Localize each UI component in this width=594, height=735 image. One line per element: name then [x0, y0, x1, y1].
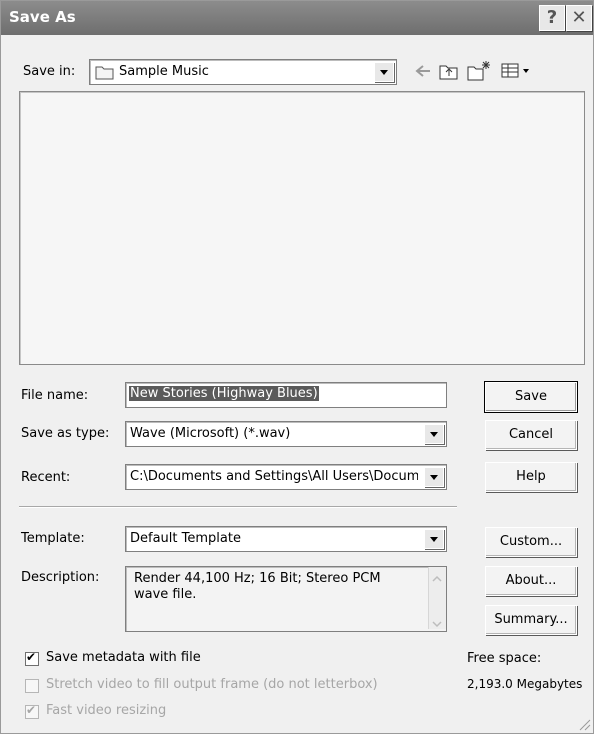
- scroll-up-icon[interactable]: [432, 571, 442, 586]
- save-as-dialog: Save As ? ✕ Save in: Sample Music File n…: [0, 0, 594, 734]
- save-metadata-checkbox[interactable]: ✔: [25, 650, 39, 666]
- save-in-dropdown[interactable]: Sample Music: [89, 59, 397, 85]
- save-as-type-dropdown[interactable]: Wave (Microsoft) (*.wav): [125, 421, 447, 447]
- free-space-value: 2,193.0 Megabytes: [467, 677, 583, 691]
- stretch-video-checkbox[interactable]: [25, 679, 39, 693]
- title-bar: Save As ? ✕: [1, 1, 593, 35]
- up-one-level-icon[interactable]: [439, 62, 459, 84]
- description-scrollbar[interactable]: [428, 567, 446, 629]
- free-space-label: Free space:: [467, 651, 542, 666]
- separator: [19, 506, 457, 508]
- file-list[interactable]: [19, 91, 585, 365]
- fast-resizing-checkbox[interactable]: ✔: [25, 703, 39, 719]
- file-name-input[interactable]: New Stories (Highway Blues): [125, 382, 447, 408]
- save-in-dropdown-arrow[interactable]: [374, 62, 394, 82]
- description-text: Render 44,100 Hz; 16 Bit; Stereo PCM wav…: [134, 571, 381, 602]
- save-as-type-value: Wave (Microsoft) (*.wav): [130, 426, 291, 441]
- close-button[interactable]: ✕: [566, 5, 592, 31]
- template-value: Default Template: [130, 531, 241, 546]
- resize-grip-icon[interactable]: [577, 717, 591, 735]
- template-dropdown-arrow[interactable]: [424, 529, 444, 549]
- new-folder-icon[interactable]: [467, 59, 491, 85]
- about-button[interactable]: About...: [485, 566, 577, 596]
- help-button[interactable]: Help: [485, 462, 577, 492]
- window-title: Save As: [9, 8, 76, 26]
- template-dropdown[interactable]: Default Template: [125, 526, 447, 552]
- checkmark-icon: ✔: [26, 703, 37, 717]
- save-in-value: Sample Music: [119, 64, 209, 79]
- save-button[interactable]: Save: [484, 381, 578, 413]
- save-as-type-label: Save as type:: [21, 426, 110, 441]
- description-box: Render 44,100 Hz; 16 Bit; Stereo PCM wav…: [125, 566, 447, 632]
- file-name-value: New Stories (Highway Blues): [129, 386, 319, 401]
- description-label: Description:: [21, 570, 100, 585]
- recent-value: C:\Documents and Settings\All Users\Docu…: [130, 469, 418, 484]
- back-icon[interactable]: [415, 64, 431, 82]
- summary-button[interactable]: Summary...: [485, 605, 577, 635]
- save-metadata-label[interactable]: Save metadata with file: [46, 650, 201, 665]
- help-title-button[interactable]: ?: [539, 5, 565, 31]
- template-label: Template:: [21, 531, 85, 546]
- view-menu-icon[interactable]: [501, 63, 533, 83]
- custom-button[interactable]: Custom...: [485, 527, 577, 557]
- checkmark-icon: ✔: [26, 650, 37, 664]
- recent-dropdown-arrow[interactable]: [424, 467, 444, 487]
- stretch-video-label[interactable]: Stretch video to fill output frame (do n…: [46, 677, 378, 692]
- file-name-label: File name:: [21, 388, 89, 403]
- save-in-label: Save in:: [23, 64, 76, 79]
- scroll-down-icon[interactable]: [432, 617, 442, 632]
- folder-icon: [95, 64, 115, 84]
- save-as-type-dropdown-arrow[interactable]: [424, 424, 444, 444]
- recent-dropdown[interactable]: C:\Documents and Settings\All Users\Docu…: [125, 464, 447, 490]
- fast-resizing-label[interactable]: Fast video resizing: [46, 703, 166, 718]
- recent-label: Recent:: [21, 470, 71, 485]
- cancel-button[interactable]: Cancel: [485, 420, 577, 450]
